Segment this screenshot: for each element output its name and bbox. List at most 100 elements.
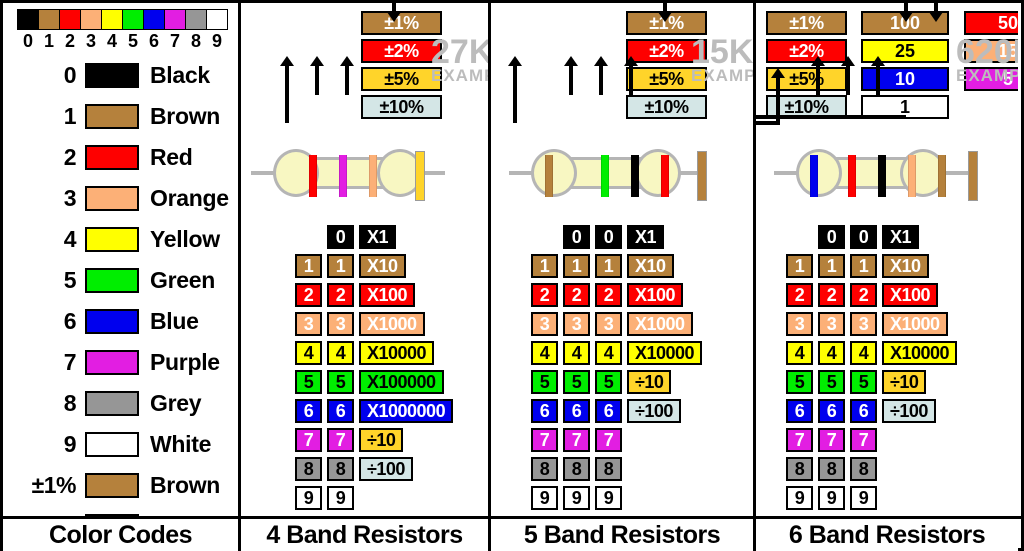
digit-cell: 5: [786, 370, 813, 394]
value-table-row: 1 1 X10: [295, 254, 411, 278]
digit-cell: 7: [850, 428, 877, 452]
resistor-band-2: [601, 155, 609, 197]
digit-cell: 7: [595, 428, 622, 452]
value-table-row: 2 2 2 X100: [531, 283, 688, 307]
multiplier-cell: X100000: [359, 370, 444, 394]
resistor-band-1: [545, 155, 553, 197]
digit-cell: 2: [850, 283, 877, 307]
legend-row: 7 Purple: [3, 342, 238, 383]
column-5-band: ±1%±2%±5%±10% 15KEXAMPLE 00X1111X10222X1…: [491, 3, 756, 516]
value-table-row: 5 5 X100000: [295, 370, 449, 394]
digit-cell: 3: [786, 312, 813, 336]
column-4-band: ±1%±2%±5%±10% 27KEXAMPLE 0X111X1022X1003…: [241, 3, 491, 516]
value-table-row: 6 6 X1000000: [295, 399, 458, 423]
value-table-row: 999: [531, 486, 627, 510]
digit-cell: 2: [531, 283, 558, 307]
multiplier-cell: X1000: [882, 312, 948, 336]
digit-cell: 1: [786, 254, 813, 278]
digit-cell: 0: [327, 225, 354, 249]
tolerance-box-1pct: ±1%: [766, 11, 847, 35]
digit-cell: 4: [563, 341, 590, 365]
legend-color-name: Yellow: [150, 226, 220, 252]
legend-color-name: Brown: [150, 103, 221, 129]
resistor-body-graphic: [251, 143, 445, 203]
digit-cell: 1: [818, 254, 845, 278]
digit-cell: 4: [595, 341, 622, 365]
legend-color-name: Blue: [150, 308, 199, 334]
swatch-brown: [38, 9, 60, 30]
digit-cell: 3: [818, 312, 845, 336]
swatch-orange: [80, 9, 102, 30]
resistor-body: [531, 149, 707, 201]
digit-cell: 5: [295, 370, 322, 394]
multiplier-cell: X100: [627, 283, 684, 307]
swatch-grey: [185, 9, 207, 30]
digit-cell: 1: [563, 254, 590, 278]
swatch-red: [59, 9, 81, 30]
digit-cell-empty: [295, 225, 322, 249]
value-table-row: 4 4 X10000: [295, 341, 439, 365]
value-table-row: 6 6 6 ÷100: [531, 399, 686, 423]
resistor-cap-right: [635, 149, 681, 197]
multiplier-cell: ÷100: [359, 457, 413, 481]
multiplier-cell: ÷10: [627, 370, 672, 394]
legend-row: 5 Green: [3, 260, 238, 301]
band-pointer-arrow-4: [624, 56, 638, 95]
legend-value: 4: [63, 226, 77, 252]
legend-row: ±1% Brown: [3, 465, 238, 506]
value-table-row: 999: [786, 486, 882, 510]
tolerance-pointer-arrow-1: [658, 3, 672, 22]
tolerance-box-5pct: ±5%: [361, 67, 442, 91]
resistor-body: [796, 149, 978, 201]
digit-cell: 4: [818, 341, 845, 365]
multiplier-cell: X100: [882, 283, 939, 307]
resistor-band-3: [369, 155, 377, 197]
digit-cell: 9: [563, 486, 590, 510]
band-pointer-arrow-3: [594, 56, 608, 95]
value-table-row: 2 2 2 X100: [786, 283, 943, 307]
value-table-row: 5 5 5 ÷10: [786, 370, 931, 394]
band1-elbow-horizontal: [756, 121, 780, 125]
legend-row: 9 White: [3, 424, 238, 465]
digit-cell: 2: [595, 283, 622, 307]
band-pointer-arrow-2: [811, 56, 825, 95]
legend-row: ±2%Red: [3, 506, 238, 516]
digit-cell: 5: [595, 370, 622, 394]
footer-row: Color Codes 4 Band Resistors 5 Band Resi…: [3, 516, 1021, 551]
band-pointer-arrow-1: [508, 56, 522, 123]
legend-color-name: Black: [150, 62, 210, 88]
resistor-band-2: [848, 155, 856, 197]
tolerance-elbow-connector: [756, 115, 906, 119]
value-table-row: 0 0 X1: [531, 225, 669, 249]
digit-cell: 3: [327, 312, 354, 336]
multiplier-cell: X1000000: [359, 399, 454, 423]
digit-cell: 9: [786, 486, 813, 510]
digit-cell-empty: [531, 225, 558, 249]
swatch-yellow: [101, 9, 123, 30]
example-label: EXAMPLE: [956, 66, 1018, 85]
digit-cell: 0: [818, 225, 845, 249]
digit-cell: 1: [850, 254, 877, 278]
digit-cell: 3: [531, 312, 558, 336]
band-pointer-arrow-3: [340, 56, 354, 95]
swatch-white: [206, 9, 228, 30]
legend-value: 0: [63, 62, 77, 88]
tolerance-box-1pct: ±1%: [361, 11, 442, 35]
digit-cell: 3: [850, 312, 877, 336]
digit-cell: 5: [818, 370, 845, 394]
digit-cell: 8: [818, 457, 845, 481]
digit-label-2: 2: [64, 31, 75, 51]
multiplier-cell: X1: [359, 225, 397, 249]
digit-label-4: 4: [106, 31, 117, 51]
digit-cell: 2: [818, 283, 845, 307]
legend-color-name: White: [150, 431, 212, 457]
value-table-row: 0 X1: [295, 225, 401, 249]
legend-value: 8: [63, 390, 77, 416]
legend-row: 1 Brown: [3, 96, 238, 137]
tolerance-box-2pct: ±2%: [361, 39, 442, 63]
multiplier-cell: X10: [627, 254, 674, 278]
digit-cell: 8: [786, 457, 813, 481]
value-table-row: 3 3 3 X1000: [531, 312, 698, 336]
resistor-band-1: [810, 155, 818, 197]
multiplier-cell: ÷10: [359, 428, 404, 452]
